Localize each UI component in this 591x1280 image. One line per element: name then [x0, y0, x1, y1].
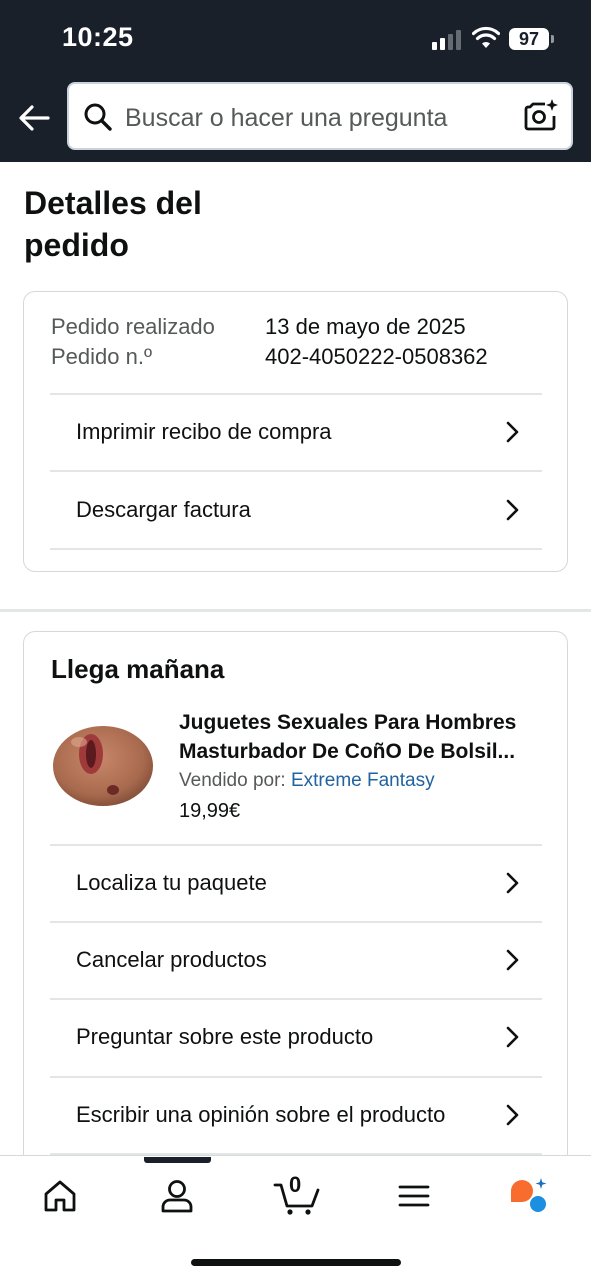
download-invoice-link[interactable]: Descargar factura — [50, 472, 542, 548]
chevron-right-icon — [506, 1026, 519, 1048]
product-title-line1: Juguetes Sexuales Para Hombres — [179, 711, 517, 734]
ask-product-question-link[interactable]: Preguntar sobre este producto — [50, 999, 542, 1075]
wifi-icon — [472, 26, 500, 48]
home-icon[interactable] — [40, 1176, 80, 1216]
arrow-left-icon[interactable] — [14, 98, 54, 138]
order-date-label: Pedido realizado — [51, 314, 215, 339]
chevron-right-icon — [506, 1104, 519, 1126]
shipment-card: Llega mañana Juguetes Sexuales Para Homb… — [23, 631, 568, 1191]
page-title: Detalles del pedido — [24, 185, 202, 263]
order-number-label: Pedido n.º — [51, 344, 152, 369]
chevron-right-icon — [506, 421, 519, 443]
search-icon — [84, 103, 112, 131]
seller-prefix: Vendido por: — [179, 770, 286, 791]
account-icon[interactable] — [157, 1176, 197, 1216]
track-package-link[interactable]: Localiza tu paquete — [50, 845, 542, 921]
order-number-value: 402-4050222-0508362 — [265, 344, 488, 369]
order-info-card: Pedido realizado 13 de mayo de 2025 Pedi… — [23, 291, 568, 572]
cellular-signal-icon — [432, 30, 464, 50]
product-title[interactable]: Juguetes Sexuales Para Hombres Masturbad… — [179, 708, 549, 766]
divider — [50, 548, 542, 550]
rufus-assistant-icon[interactable] — [508, 1176, 548, 1216]
home-indicator-bar — [191, 1259, 401, 1266]
track-package-label: Localiza tu paquete — [76, 870, 267, 895]
product-price: 19,99€ — [179, 800, 241, 822]
seller-info: Vendido por: Extreme Fantasy — [179, 770, 435, 792]
chevron-right-icon — [506, 872, 519, 894]
menu-icon[interactable] — [394, 1176, 434, 1216]
seller-link[interactable]: Extreme Fantasy — [291, 770, 435, 791]
chevron-right-icon — [506, 499, 519, 521]
ask-product-question-label: Preguntar sobre este producto — [76, 1024, 374, 1049]
camera-sparkle-icon[interactable] — [523, 98, 559, 134]
arrival-heading: Llega mañana — [51, 654, 225, 684]
battery-indicator: 97 — [509, 28, 549, 50]
status-time: 10:25 — [62, 22, 134, 52]
active-tab-indicator — [144, 1157, 211, 1163]
cancel-items-link[interactable]: Cancelar productos — [50, 922, 542, 998]
chevron-right-icon — [506, 949, 519, 971]
write-review-label: Escribir una opinión sobre el producto — [76, 1102, 446, 1127]
search-input[interactable]: Buscar o hacer una pregunta — [67, 82, 573, 150]
product-thumbnail[interactable] — [51, 720, 155, 810]
write-review-link[interactable]: Escribir una opinión sobre el producto — [50, 1077, 542, 1153]
top-header: 10:25 97 Buscar o hacer una pregunta — [0, 0, 591, 162]
section-separator — [0, 609, 591, 612]
search-placeholder: Buscar o hacer una pregunta — [125, 104, 448, 132]
battery-tip — [551, 35, 554, 43]
download-invoice-label: Descargar factura — [76, 497, 251, 522]
print-receipt-label: Imprimir recibo de compra — [76, 419, 332, 444]
cart-count: 0 — [289, 1172, 302, 1197]
product-title-line2: Masturbador De CoñO De Bolsil... — [179, 740, 516, 763]
order-date-value: 13 de mayo de 2025 — [265, 314, 466, 339]
print-receipt-link[interactable]: Imprimir recibo de compra — [50, 394, 542, 470]
cancel-items-label: Cancelar productos — [76, 947, 267, 972]
